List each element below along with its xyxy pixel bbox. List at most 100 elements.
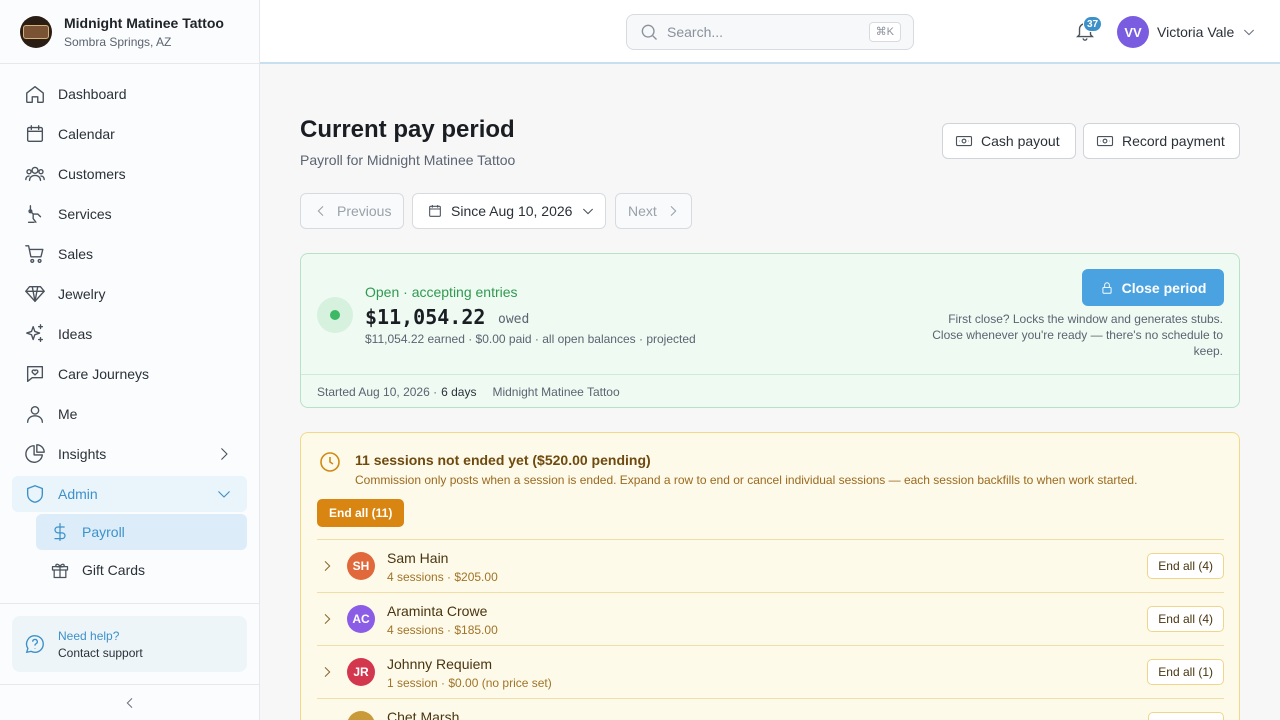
close-period-button[interactable]: Close period [1082,269,1224,306]
artist-session-summary: 1 session · $0.00 (no price set) [387,676,552,690]
sidebar-item-gift-cards[interactable]: Gift Cards [36,552,247,588]
sidebar-item-jewelry[interactable]: Jewelry [0,274,259,314]
previous-label: Previous [337,203,392,219]
end-artist-sessions-button[interactable] [1148,712,1224,720]
sidebar-item-sales[interactable]: Sales [0,234,259,274]
open-sessions-title: 11 sessions not ended yet ($520.00 pendi… [355,452,651,468]
sidebar-divider [0,603,259,604]
next-period-button[interactable]: Next [615,193,692,229]
sidebar-item-dashboard[interactable]: Dashboard [0,74,259,114]
artist-row[interactable]: Chet Marsh [317,698,1224,720]
dollar-icon [54,523,66,541]
chevron-right-icon[interactable] [319,558,335,574]
amount-owed: $11,054.22 [365,305,486,329]
collapse-sidebar-button[interactable] [0,684,259,720]
calendar-icon [26,125,44,143]
sidebar-item-label: Insights [58,446,107,462]
banknote-icon [1096,135,1114,147]
brand-header[interactable]: Midnight Matinee Tattoo Sombra Springs, … [0,0,259,64]
sidebar-item-label: Services [58,206,112,222]
contact-support-link[interactable]: Contact support [58,646,143,660]
sidebar: Midnight Matinee Tattoo Sombra Springs, … [0,0,260,720]
artist-row[interactable]: SH Sam Hain 4 sessions · $205.00 End all… [317,539,1224,592]
artist-name: Sam Hain [387,550,449,566]
amount-owed-label: owed [498,312,530,327]
period-select[interactable]: Since Aug 10, 2026 [412,193,606,229]
notification-count-badge: 37 [1083,16,1103,32]
sidebar-item-label: Jewelry [58,286,106,302]
sidebar-item-payroll[interactable]: Payroll [36,514,247,550]
sidebar-item-label: Sales [58,246,94,262]
chevron-down-icon[interactable] [1241,24,1257,40]
next-label: Next [628,203,657,219]
close-period-note: First close? Locks the window and genera… [932,312,1223,358]
sidebar-item-calendar[interactable]: Calendar [0,114,259,154]
sidebar-item-label: Calendar [58,126,115,142]
sidebar-nav: Dashboard Calendar Customers Services Sa… [0,64,259,588]
end-artist-sessions-button[interactable]: End all (1) [1147,659,1224,685]
sidebar-item-label: Customers [58,166,126,182]
sidebar-item-label: Payroll [82,524,125,540]
brand-name: Midnight Matinee Tattoo [64,14,224,31]
artist-avatar: AC [347,605,375,633]
artist-name: Johnny Requiem [387,656,493,672]
artist-session-list: SH Sam Hain 4 sessions · $205.00 End all… [317,539,1224,720]
chevron-right-icon [670,205,677,217]
page-title: Current pay period [300,116,515,143]
artist-row[interactable]: JR Johnny Requiem 1 session · $0.00 (no … [317,645,1224,698]
sidebar-item-me[interactable]: Me [0,394,259,434]
sidebar-item-care-journeys[interactable]: Care Journeys [0,354,259,394]
artist-name: Araminta Crowe [387,603,488,619]
clock-icon [320,452,340,472]
record-payment-button[interactable]: Record payment [1083,123,1240,159]
shield-icon [26,485,44,503]
artist-session-summary: 4 sessions · $205.00 [387,570,498,584]
chevron-left-icon [317,205,324,217]
gift-icon [51,563,69,579]
topbar: Search... ⌘K 37 VV Victoria Vale [260,0,1280,64]
main-content: Current pay period Payroll for Midnight … [300,64,1240,720]
search-input[interactable]: Search... ⌘K [626,14,914,50]
sidebar-item-services[interactable]: Services [0,194,259,234]
user-name[interactable]: Victoria Vale [1157,24,1234,40]
user-avatar[interactable]: VV [1117,16,1149,48]
chevron-down-icon [218,491,230,498]
previous-period-button[interactable]: Previous [300,193,404,229]
banknote-icon [955,135,973,147]
chevron-right-icon[interactable] [319,664,335,680]
sidebar-item-customers[interactable]: Customers [0,154,259,194]
sidebar-item-label: Gift Cards [82,562,146,578]
amount-breakdown: $11,054.22 earned · $0.00 paid · all ope… [365,332,696,346]
chevron-left-icon [126,697,132,708]
sidebar-item-label: Dashboard [58,86,127,102]
period-label: Since Aug 10, 2026 [451,203,573,219]
sidebar-item-admin[interactable]: Admin [12,476,247,512]
sidebar-item-insights[interactable]: Insights [0,434,259,474]
gem-icon [25,285,45,303]
end-artist-sessions-button[interactable]: End all (4) [1147,606,1224,632]
users-icon [25,166,45,182]
chevron-right-icon[interactable] [319,611,335,627]
artist-avatar: SH [347,552,375,580]
help-chat-icon [25,635,44,654]
end-all-sessions-button[interactable]: End all (11) [317,499,405,527]
calendar-icon [429,205,441,217]
user-icon [26,405,44,423]
sparkles-icon [26,324,44,343]
brand-location: Sombra Springs, AZ [64,34,172,49]
artist-name: Chet Marsh [387,709,460,720]
chevron-down-icon [583,208,594,215]
help-card[interactable]: Need help? Contact support [12,616,247,672]
help-title: Need help? [58,628,120,643]
end-artist-sessions-button[interactable]: End all (4) [1147,553,1224,579]
artist-row[interactable]: AC Araminta Crowe 4 sessions · $185.00 E… [317,592,1224,645]
sidebar-item-ideas[interactable]: Ideas [0,314,259,354]
tattoo-machine-icon [27,205,42,223]
sidebar-item-label: Admin [58,486,98,502]
record-payment-label: Record payment [1122,133,1225,149]
open-sessions-card: 11 sessions not ended yet ($520.00 pendi… [300,432,1240,720]
chevron-right-icon [221,448,228,460]
cash-payout-button[interactable]: Cash payout [942,123,1076,159]
search-icon [641,24,657,40]
status-label: Open · accepting entries [365,284,518,300]
